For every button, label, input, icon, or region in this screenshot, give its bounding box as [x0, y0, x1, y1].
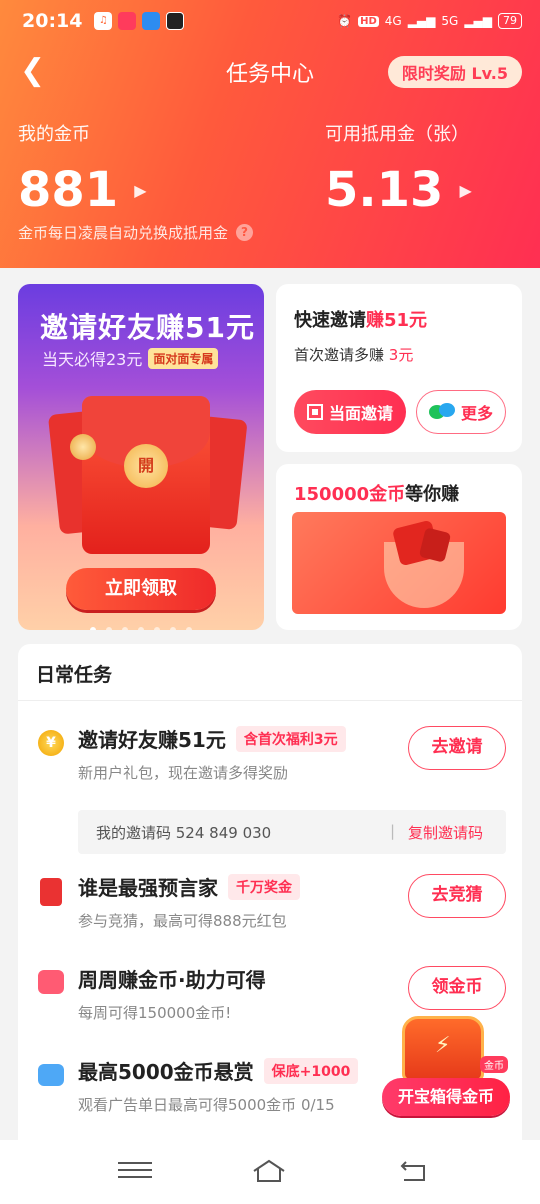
- treasure-chest-widget[interactable]: ⚡ 金币 开宝箱得金币: [382, 1008, 512, 1120]
- network-5g: 5G: [441, 14, 459, 28]
- menu-icon[interactable]: [118, 1158, 152, 1184]
- more-share-label: 更多: [460, 404, 493, 423]
- qr-code-icon: [306, 404, 323, 420]
- go-guess-button[interactable]: 去竞猜: [408, 874, 506, 918]
- open-treasure-button[interactable]: 开宝箱得金币: [382, 1078, 510, 1116]
- coin-balance-label: 我的金币: [18, 124, 90, 145]
- quick-invite-card: 快速邀请赚51元 首次邀请多赚 3元 当面邀请 更多: [276, 284, 522, 452]
- task-tag: 保底+1000: [263, 1057, 359, 1084]
- coin-promo-title-suffix: 等你赚: [405, 484, 460, 505]
- daily-tasks-heading: 日常任务: [36, 664, 113, 686]
- carousel-dot[interactable]: [122, 627, 128, 630]
- go-invite-button[interactable]: 去邀请: [408, 726, 506, 770]
- coin-icon: ¥: [38, 730, 64, 756]
- invite-code-divider: |: [390, 822, 396, 840]
- task-desc: 每周可得150000金币!: [78, 1004, 232, 1022]
- shopping-app-icon: [118, 12, 137, 30]
- task-title: 最高5000金币悬赏: [78, 1060, 254, 1084]
- coin-balance-value: 881: [18, 162, 119, 218]
- nav-bar: ❮ 任务中心 限时奖励 Lv.5: [0, 50, 540, 94]
- envelope-seal: 開: [124, 444, 168, 488]
- voucher-balance[interactable]: 可用抵用金（张） 5.13 ▶: [325, 120, 472, 218]
- task-title: 周周赚金币·助力可得: [78, 968, 266, 992]
- back-icon[interactable]: [396, 1158, 430, 1184]
- coin-promo-title: 150000金币等你赚: [294, 480, 459, 506]
- coin-promo-card[interactable]: 150000金币等你赚: [276, 464, 522, 630]
- system-nav-bar: [0, 1140, 540, 1204]
- gift-box-icon: [38, 970, 64, 994]
- carousel-dot[interactable]: [106, 627, 112, 630]
- carousel-dot[interactable]: [170, 627, 176, 630]
- claim-coins-button[interactable]: 领金币: [408, 966, 506, 1010]
- help-icon[interactable]: ?: [236, 224, 254, 241]
- more-share-button[interactable]: 更多: [416, 390, 506, 434]
- voucher-balance-value: 5.13: [325, 162, 444, 218]
- banner-tag: 面对面专属: [148, 347, 219, 369]
- quick-invite-subtitle: 首次邀请多赚 3元: [294, 344, 413, 365]
- task-desc: 观看广告单日最高可得5000金币 0/15: [78, 1096, 335, 1114]
- wechat-icon: [428, 403, 455, 421]
- quick-invite-title-prefix: 快速邀请: [294, 310, 366, 331]
- status-bar: 20:14 ♫ ⏰ HD 4G ▂▄▆ 5G ▂▄▆ 79: [22, 8, 522, 34]
- banner-title: 邀请好友赚51元: [40, 311, 255, 344]
- invite-banner[interactable]: 邀请好友赚51元 当天必得23元 面对面专属 開 立即领取: [18, 284, 264, 630]
- red-envelope-icon: 開: [82, 396, 210, 554]
- banner-subtitle-text: 当天必得23元: [42, 350, 143, 369]
- battery-icon: 79: [498, 13, 522, 29]
- chevron-right-icon: ▶: [134, 180, 147, 200]
- video-app-icon: [166, 12, 185, 30]
- claim-now-button[interactable]: 立即领取: [66, 568, 216, 610]
- carousel-dots: [18, 618, 264, 630]
- coin-promo-title-highlight: 150000金币: [294, 484, 406, 505]
- face-invite-label: 当面邀请: [328, 404, 393, 423]
- treasure-tag: 金币: [480, 1056, 508, 1073]
- task-desc: 新用户礼包，现在邀请多得奖励: [78, 764, 289, 782]
- treasure-chest-icon: ⚡: [402, 1016, 484, 1082]
- network-4g: 4G: [384, 14, 402, 28]
- coin-promo-image: [292, 512, 506, 614]
- carousel-dot[interactable]: [90, 627, 96, 630]
- tv-icon: [38, 1064, 64, 1086]
- invite-code-row: 我的邀请码 524 849 030 | 复制邀请码: [78, 810, 506, 854]
- alipay-app-icon: [142, 12, 161, 30]
- face-invite-button[interactable]: 当面邀请: [294, 390, 406, 434]
- red-envelope-icon: [40, 878, 62, 906]
- task-tag: 含首次福利3元: [235, 725, 346, 752]
- quick-invite-title: 快速邀请赚51元: [294, 306, 427, 332]
- divider: [18, 700, 522, 701]
- task-desc: 参与竞猜，最高可得888元红包: [78, 912, 287, 930]
- quick-invite-subtitle-prefix: 首次邀请多赚: [294, 346, 385, 364]
- coin-icon: [70, 434, 96, 460]
- carousel-dot[interactable]: [138, 627, 144, 630]
- carousel-dot[interactable]: [186, 627, 192, 630]
- hd-indicator: HD: [358, 15, 379, 27]
- quick-invite-subtitle-highlight: 3元: [388, 346, 414, 364]
- music-app-icon: ♫: [94, 12, 113, 30]
- copy-invite-code-button[interactable]: 复制邀请码: [408, 822, 483, 843]
- alarm-icon: ⏰: [337, 14, 353, 28]
- home-icon[interactable]: [252, 1158, 286, 1184]
- banner-subtitle: 当天必得23元 面对面专属: [42, 346, 219, 370]
- status-right: ⏰ HD 4G ▂▄▆ 5G ▂▄▆ 79: [337, 13, 522, 29]
- task-title: 邀请好友赚51元: [78, 728, 226, 752]
- task-title: 谁是最强预言家: [78, 876, 218, 900]
- voucher-balance-label: 可用抵用金（张）: [325, 124, 469, 145]
- coin-balance[interactable]: 我的金币 881 ▶: [18, 120, 147, 218]
- signal-icon-2: ▂▄▆: [464, 14, 492, 28]
- task-tag: 千万奖金: [228, 873, 300, 900]
- exchange-note: 金币每日凌晨自动兑换成抵用金 ?: [18, 222, 254, 243]
- limited-reward-badge[interactable]: 限时奖励 Lv.5: [387, 56, 522, 88]
- quick-invite-title-highlight: 赚51元: [366, 310, 428, 331]
- lightning-icon: ⚡: [435, 1033, 451, 1058]
- chevron-right-icon: ▶: [459, 180, 472, 200]
- exchange-note-text: 金币每日凌晨自动兑换成抵用金: [18, 224, 229, 242]
- carousel-dot[interactable]: [154, 627, 160, 630]
- header: 20:14 ♫ ⏰ HD 4G ▂▄▆ 5G ▂▄▆ 79 ❮ 任务中心 限时奖…: [0, 0, 540, 268]
- signal-icon: ▂▄▆: [407, 14, 436, 28]
- status-time: 20:14: [22, 10, 83, 32]
- invite-code-text: 我的邀请码 524 849 030: [96, 824, 272, 842]
